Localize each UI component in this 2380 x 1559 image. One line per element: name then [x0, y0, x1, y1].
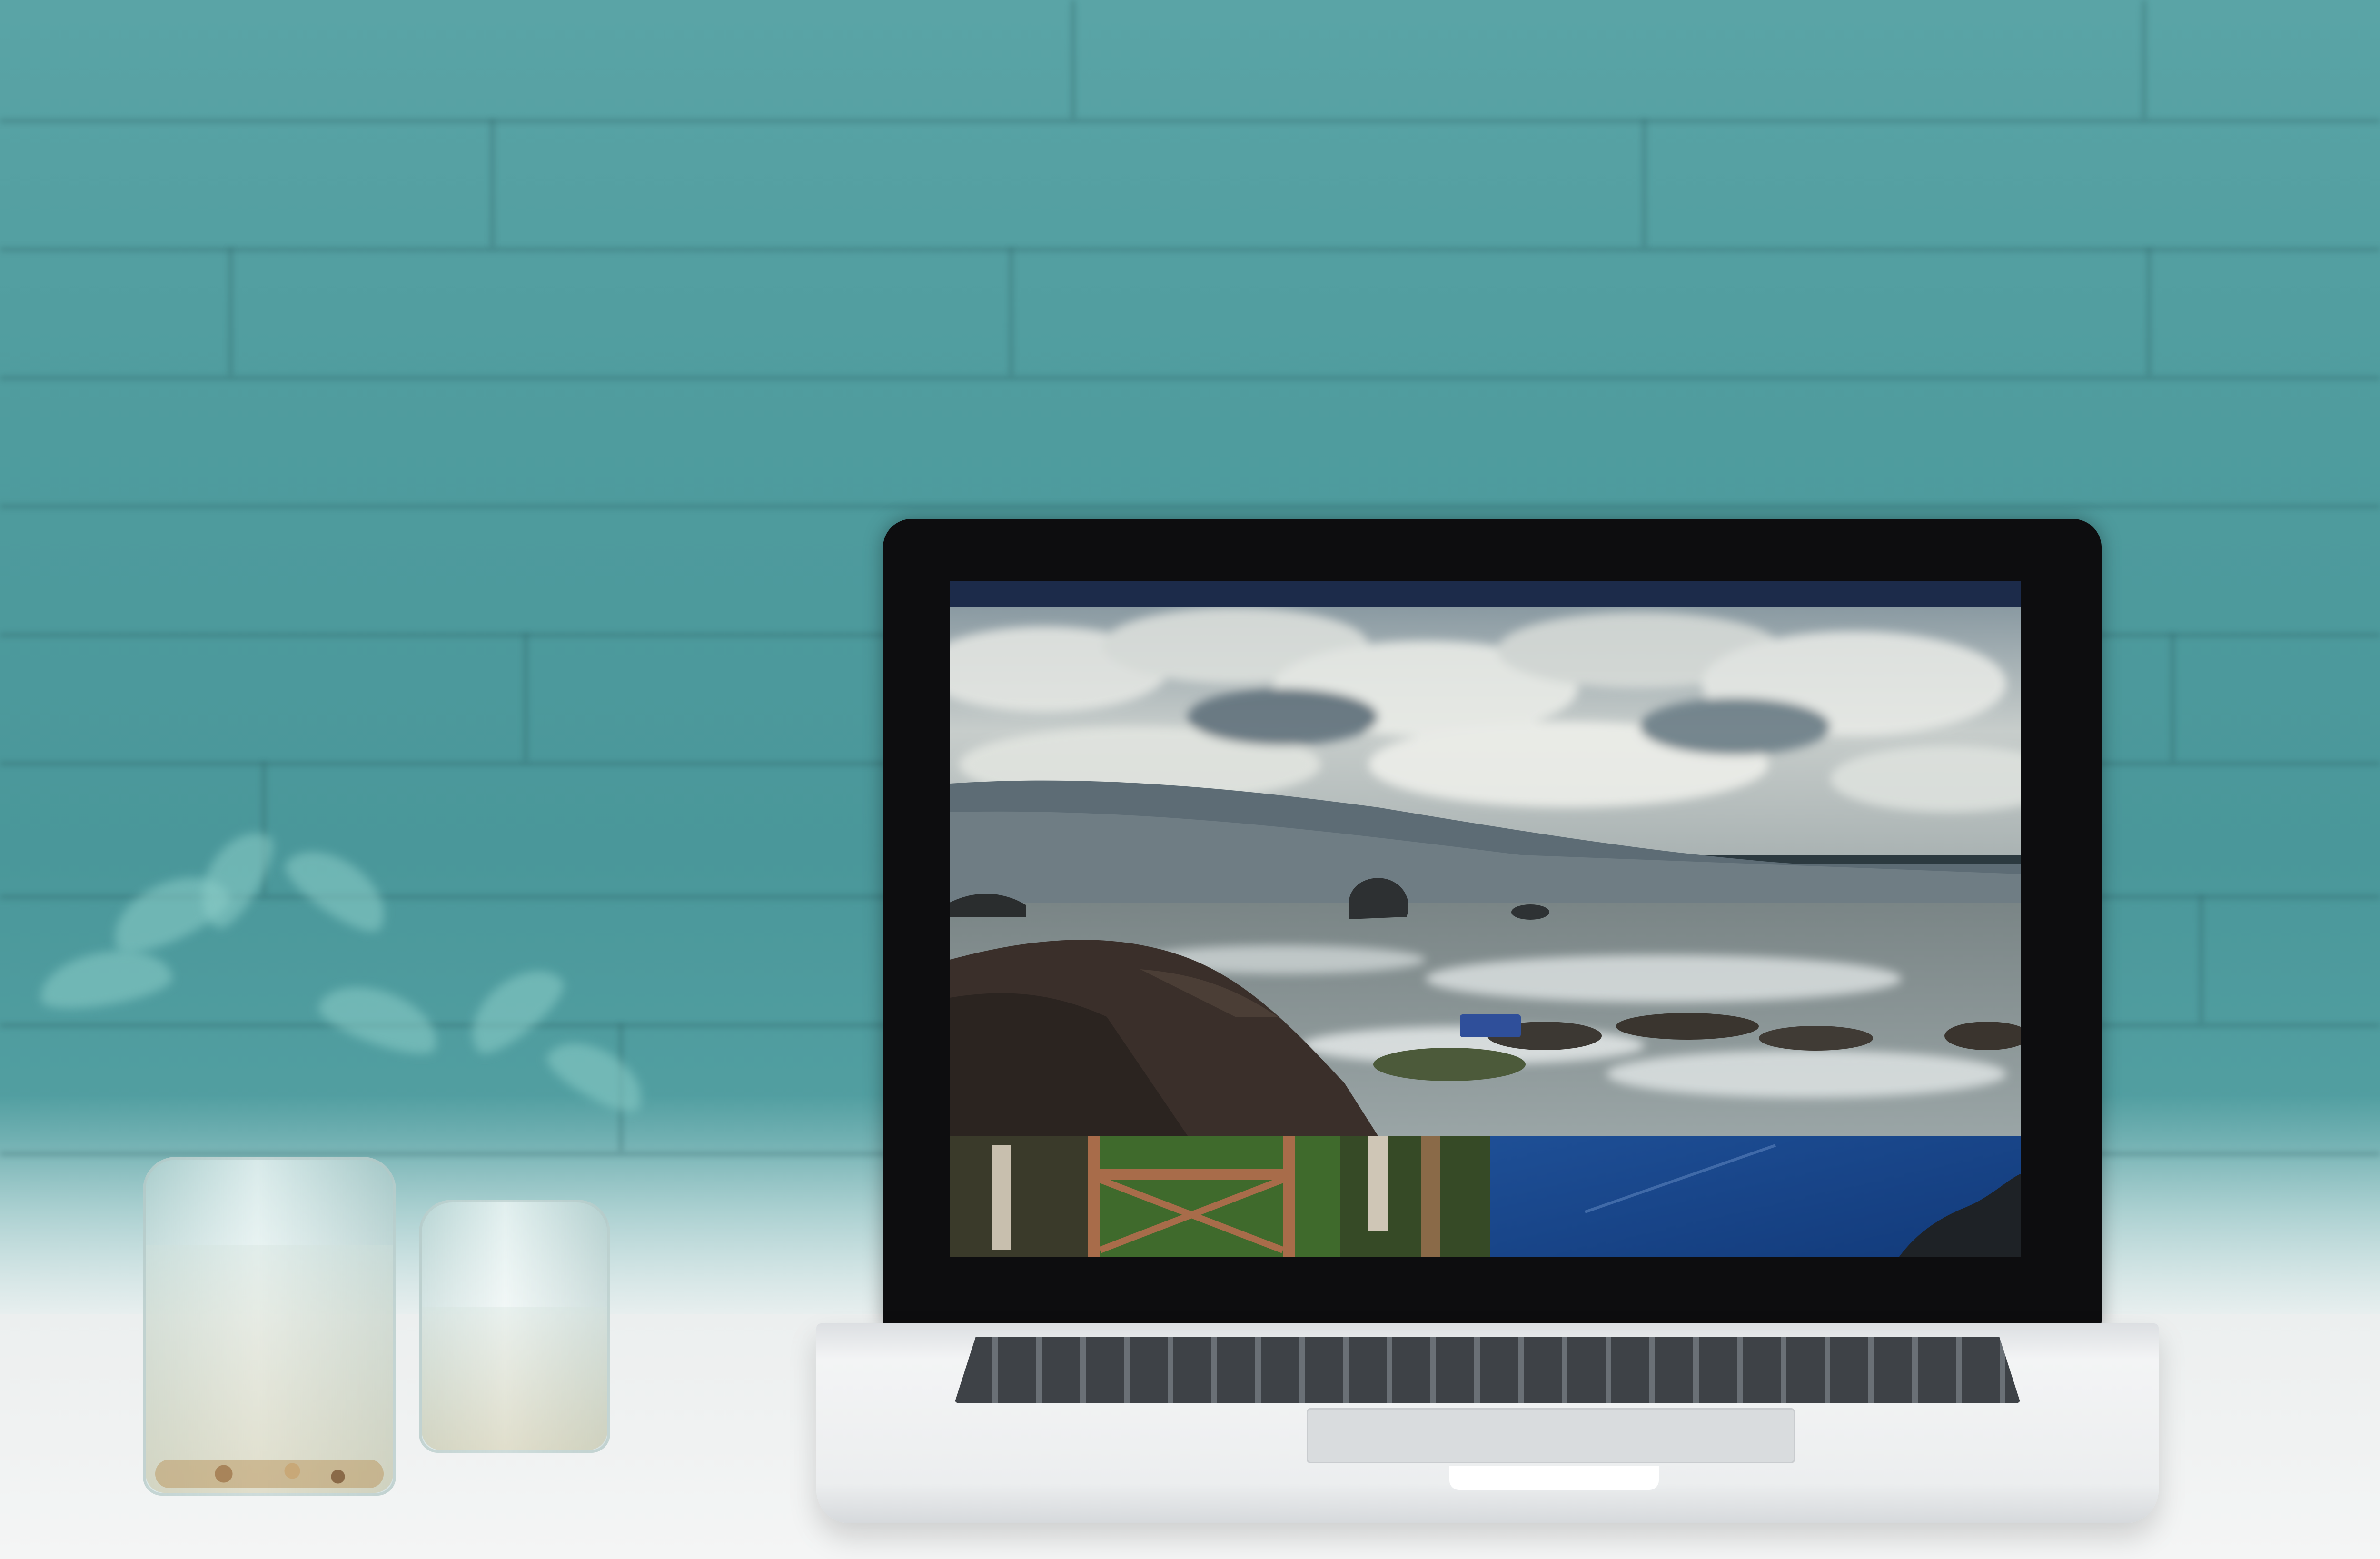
feature-tiles: [950, 1136, 2021, 1257]
site-navbar: [950, 581, 2021, 607]
coastal-cliffs-photo: [950, 607, 2021, 1136]
rope-bridge-photo: [950, 1136, 1490, 1257]
laptop-front-notch: [1449, 1466, 1659, 1490]
glass-vase-small: [419, 1200, 610, 1453]
hero-section: [950, 607, 2021, 1136]
tile-blue-sky[interactable]: [1490, 1136, 2021, 1257]
glass-vase-large: [143, 1157, 396, 1496]
laptop-base: [816, 1323, 2159, 1523]
laptop-trackpad: [1307, 1408, 1795, 1463]
tile-rope-bridge[interactable]: [950, 1136, 1490, 1257]
laptop-keyboard: [954, 1337, 2021, 1403]
blue-sky-cliff-photo: [1490, 1136, 2021, 1257]
laptop-screen: [950, 581, 2021, 1257]
hero-cta-button[interactable]: [1460, 1014, 1521, 1037]
